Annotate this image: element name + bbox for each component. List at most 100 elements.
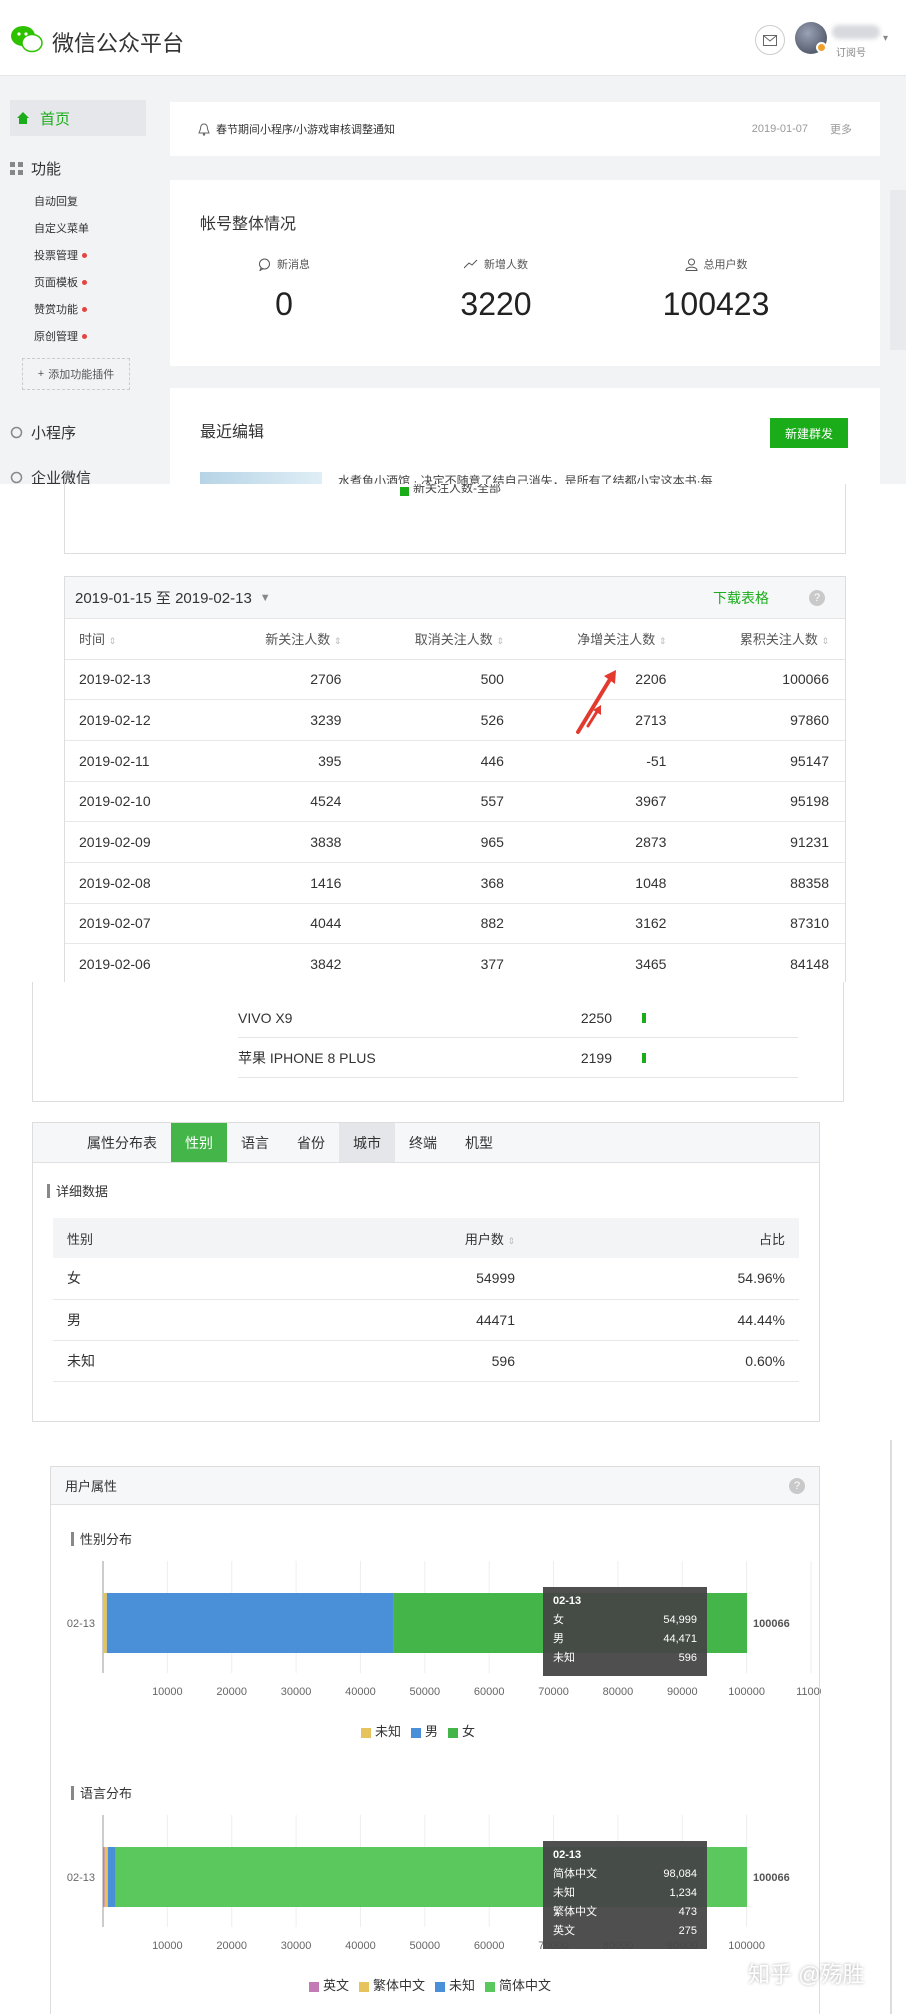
- table-cell: 557: [357, 781, 520, 823]
- table-cell: 女: [53, 1258, 359, 1300]
- account-type: 订阅号: [836, 48, 866, 59]
- legend-item[interactable]: 女: [448, 1721, 475, 1740]
- new-dot-badge: [82, 279, 87, 285]
- table-cell: 2706: [215, 659, 358, 701]
- help-icon[interactable]: ?: [809, 589, 825, 606]
- stat-new-users[interactable]: 新增人数 3220: [416, 256, 576, 323]
- article-thumbnail[interactable]: [200, 472, 322, 484]
- more-link[interactable]: 更多: [830, 121, 852, 137]
- sidebar-item-label: 小程序: [31, 425, 77, 442]
- table-cell: 男: [53, 1299, 359, 1341]
- sidebar-item-enterprise[interactable]: 企业微信: [10, 470, 91, 484]
- col-header-label: 时间: [79, 632, 106, 648]
- gender-legend: 未知 男 女: [361, 1721, 475, 1740]
- account-overview-card: 帐号整体情况 新消息 0 新增人数 3220 总用户数 100423: [170, 180, 880, 366]
- sidebar-subitem-label: 投票管理: [34, 250, 78, 262]
- table-cell: 4044: [215, 903, 358, 945]
- tooltip-label: 英文: [553, 1925, 575, 1937]
- sidebar-item-functions[interactable]: 功能: [10, 158, 61, 179]
- legend-item[interactable]: 男: [411, 1721, 438, 1740]
- sort-icon: ⇕: [658, 636, 667, 647]
- tooltip-value: 98,084: [663, 1868, 697, 1880]
- section-title: 语言分布: [80, 1786, 133, 1801]
- col-header[interactable]: 累积关注人数 ⇕: [682, 619, 845, 660]
- stat-new-messages[interactable]: 新消息 0: [204, 256, 364, 323]
- sidebar-subitem[interactable]: 赞赏功能: [34, 301, 87, 317]
- sidebar-item-home[interactable]: 首页: [10, 100, 146, 136]
- date-range-picker[interactable]: 2019-01-15 至 2019-02-13: [75, 587, 252, 608]
- gender-tooltip: 02-13 女 54,999 男 44,471 未知 596: [543, 1587, 707, 1676]
- section-title: 性别分布: [80, 1532, 133, 1547]
- sidebar-subitem[interactable]: 自定义菜单: [34, 220, 89, 236]
- stat-label: 新消息: [277, 259, 310, 271]
- col-header[interactable]: 取消关注人数 ⇕: [357, 619, 520, 660]
- tooltip-label: 未知: [553, 1887, 575, 1899]
- sidebar-subitem[interactable]: 原创管理: [34, 328, 87, 344]
- col-header[interactable]: 新关注人数 ⇕: [215, 619, 358, 660]
- sidebar-subitem[interactable]: 投票管理: [34, 247, 87, 263]
- table-cell: 1416: [215, 862, 358, 904]
- tooltip-row: 男 44,471: [553, 1630, 697, 1649]
- col-header[interactable]: 净增关注人数 ⇕: [519, 619, 683, 660]
- tab-city[interactable]: 城市: [339, 1123, 395, 1162]
- legend-item[interactable]: 未知: [435, 1975, 475, 1994]
- sort-icon: ⇕: [496, 636, 504, 647]
- trend-legend: 新关注人数-全部: [400, 484, 501, 496]
- tab-model[interactable]: 机型: [451, 1123, 507, 1162]
- x-tick-label: 10000: [152, 1686, 183, 1698]
- legend-item[interactable]: 未知: [361, 1721, 401, 1740]
- x-tick-label: 20000: [216, 1940, 247, 1952]
- table-header-row: 时间 ⇕ 新关注人数 ⇕ 取消关注人数 ⇕ 净增关注人数 ⇕ 累积关注人数 ⇕: [65, 619, 845, 660]
- stat-value: 3220: [460, 286, 532, 322]
- legend-item[interactable]: 简体中文: [485, 1975, 551, 1994]
- language-legend: 英文 繁体中文 未知 简体中文: [309, 1975, 551, 1994]
- user-icon: [684, 258, 698, 271]
- legend-swatch: [448, 1727, 459, 1738]
- tooltip-value: 596: [678, 1652, 697, 1664]
- device-name: VIVO X9: [238, 1009, 293, 1026]
- page-edge: [890, 1440, 892, 2014]
- col-header-label: 新关注人数: [265, 632, 331, 648]
- mail-button[interactable]: [755, 25, 785, 55]
- new-broadcast-button[interactable]: 新建群发: [770, 418, 848, 448]
- legend-swatch: [485, 1981, 496, 1992]
- x-tick-label: 90000: [667, 1686, 698, 1698]
- table-cell: 95147: [682, 740, 845, 782]
- table-cell: 95198: [682, 781, 845, 823]
- notice-bar[interactable]: 春节期间小程序/小游戏审核调整通知 2019-01-07 更多: [170, 102, 880, 156]
- new-dot-badge: [82, 306, 87, 312]
- legend-item[interactable]: 英文: [309, 1975, 349, 1994]
- add-plugin-button[interactable]: + 添加功能插件: [22, 358, 130, 390]
- table-toolbar: 2019-01-15 至 2019-02-13 ▼ 下载表格 ?: [65, 577, 845, 619]
- table-cell: 44.44%: [529, 1299, 799, 1341]
- col-header[interactable]: 用户数 ⇕: [359, 1218, 529, 1258]
- tab-attribute-table[interactable]: 属性分布表: [73, 1123, 171, 1162]
- tab-province[interactable]: 省份: [283, 1123, 339, 1162]
- tab-terminal[interactable]: 终端: [395, 1123, 451, 1162]
- table-cell: 0.60%: [529, 1340, 799, 1382]
- language-tooltip: 02-13 简体中文 98,084 未知 1,234 繁体中文 473 英文 275: [543, 1841, 707, 1949]
- sidebar-subitem[interactable]: 页面模板: [34, 274, 87, 290]
- sidebar-item-mini-program[interactable]: 小程序: [10, 422, 76, 443]
- card-header: 用户属性 ?: [51, 1467, 819, 1505]
- table-header-row: 性别 用户数 ⇕ 占比: [53, 1218, 799, 1258]
- notice-text[interactable]: 春节期间小程序/小游戏审核调整通知: [216, 121, 395, 137]
- x-tick-label: 100000: [728, 1940, 765, 1952]
- stat-total-users[interactable]: 总用户数 100423: [636, 256, 796, 323]
- tab-language[interactable]: 语言: [227, 1123, 283, 1162]
- download-table-link[interactable]: 下载表格: [713, 588, 769, 608]
- device-count: 2250: [580, 1009, 612, 1026]
- sidebar-subitem-label: 赞赏功能: [34, 304, 78, 316]
- sidebar-subitem[interactable]: 自动回复: [34, 193, 78, 209]
- table-row: 男 44471 44.44%: [53, 1299, 799, 1341]
- red-arrow-annotation: [576, 670, 616, 734]
- tab-gender[interactable]: 性别: [171, 1123, 227, 1162]
- article-preview-text[interactable]: 水煮鱼小酒馆 · 决定不随意了结自己消失，是所有了结都小宝这本书·每: [338, 472, 713, 484]
- chevron-down-icon[interactable]: ▼: [260, 592, 271, 604]
- chevron-down-icon[interactable]: ▾: [883, 33, 888, 44]
- x-tick-label: 70000: [538, 1686, 569, 1698]
- help-icon[interactable]: ?: [789, 1477, 805, 1494]
- col-header[interactable]: 时间 ⇕: [65, 619, 215, 660]
- table-cell: 965: [357, 821, 520, 863]
- legend-item[interactable]: 繁体中文: [359, 1975, 425, 1994]
